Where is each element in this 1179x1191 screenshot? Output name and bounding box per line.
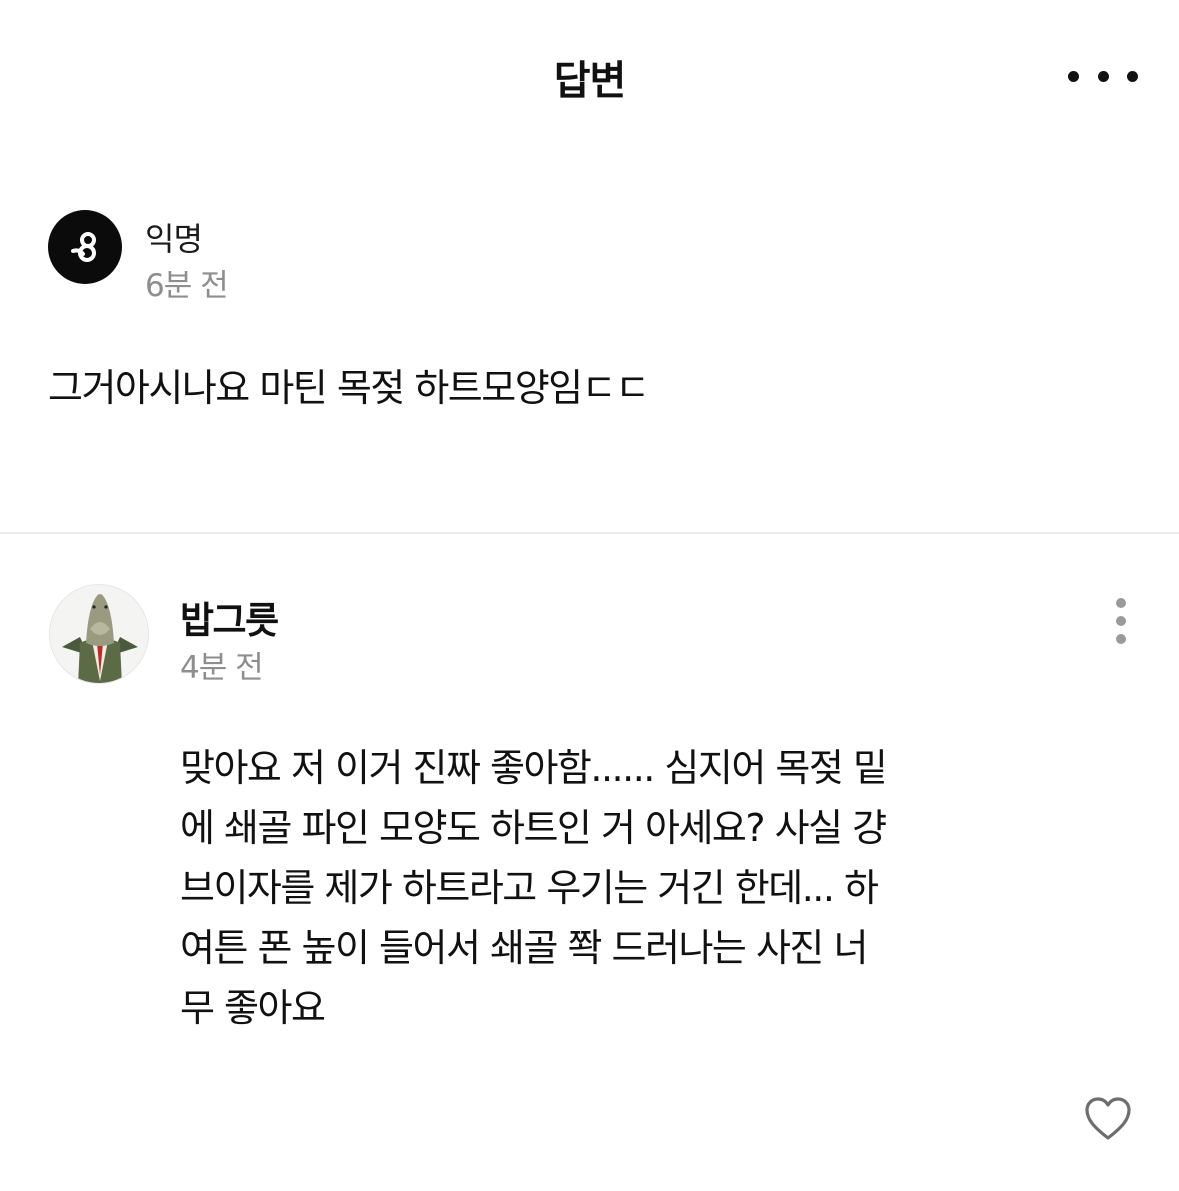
kebab-dot [1116, 634, 1126, 644]
top-bar: 답변 [0, 0, 1179, 150]
reply-line: 브이자를 제가 하트라고 우기는 거긴 한데... 하 [180, 866, 879, 910]
more-vertical-icon[interactable] [1104, 598, 1138, 644]
reply-author-name[interactable]: 밥그릇 [180, 590, 279, 644]
heart-glyph [1085, 1097, 1131, 1140]
post-author-name[interactable]: 익명 [145, 214, 203, 260]
more-horizontal-icon[interactable] [1068, 56, 1138, 96]
reply-line: 맞아요 저 이거 진짜 좋아함...... 심지어 목젖 밑 [180, 746, 888, 790]
section-divider [0, 532, 1179, 534]
fish-avatar-image [50, 585, 148, 683]
heart-outline-icon[interactable] [1083, 1095, 1133, 1143]
post-body-text: 그거아시나요 마틴 목젖 하트모양임ㄷㄷ [48, 366, 650, 410]
page-title: 답변 [553, 58, 627, 104]
reply-line: 여튼 폰 높이 들어서 쇄골 쫙 드러나는 사진 너 [180, 926, 868, 970]
post-timestamp: 6분 전 [145, 268, 229, 304]
menu-dot [1127, 70, 1138, 82]
reply-timestamp: 4분 전 [180, 650, 264, 686]
reply-line: 에 쇄골 파인 모양도 하트인 거 아세요? 사실 걍 [180, 806, 887, 850]
anonymous-logo-icon [48, 210, 122, 284]
kebab-dot [1116, 616, 1126, 626]
menu-dot [1068, 70, 1079, 82]
anonymous-logo-glyph [71, 232, 96, 262]
menu-dot [1097, 70, 1109, 82]
fish-head-in-suit-avatar[interactable] [49, 584, 149, 684]
reply-line: 무 좋아요 [180, 986, 326, 1030]
kebab-dot [1116, 598, 1126, 608]
reply-body-text: 맞아요 저 이거 진짜 좋아함...... 심지어 목젖 밑 에 쇄골 파인 모… [180, 738, 980, 1038]
